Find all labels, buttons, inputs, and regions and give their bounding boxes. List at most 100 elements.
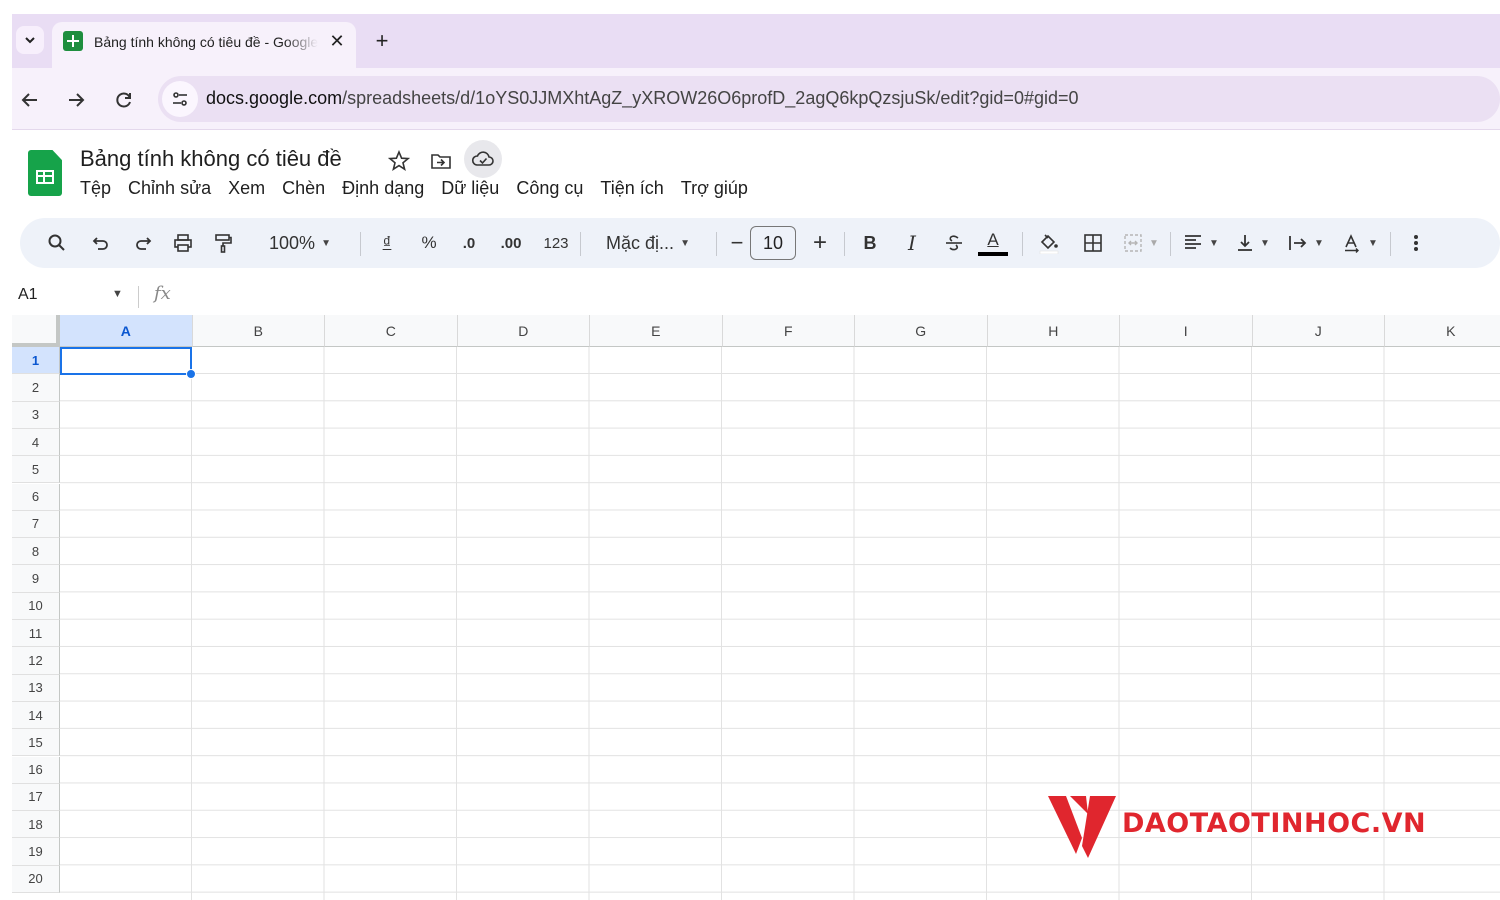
address-bar[interactable]: docs.google.com/spreadsheets/d/1oYS0JJMX… [158,76,1500,122]
row-header-15[interactable]: 15 [12,729,60,757]
row-header-16[interactable]: 16 [12,756,60,784]
row-header-2[interactable]: 2 [12,374,60,402]
browser-tab-active[interactable]: Bảng tính không có tiêu đề - Google Tran… [52,22,356,68]
strikethrough-button[interactable] [940,218,968,268]
row-header-8[interactable]: 8 [12,538,60,566]
menu-help[interactable]: Trợ giúp [681,178,748,199]
active-cell-A1[interactable] [60,347,192,375]
font-size-input[interactable]: 10 [750,226,796,260]
row-header-5[interactable]: 5 [12,456,60,484]
bold-button[interactable]: B [856,218,884,268]
column-header-k[interactable]: K [1385,315,1500,347]
fill-color-button[interactable] [1032,218,1066,268]
move-button[interactable] [426,146,456,176]
new-tab-button[interactable]: + [368,27,396,55]
column-header-b[interactable]: B [192,315,325,347]
currency-format-button[interactable]: ₫ [372,218,402,268]
text-color-button[interactable]: A [976,218,1010,268]
menu-tools[interactable]: Công cụ [516,178,583,199]
paint-format-button[interactable] [208,218,238,268]
close-tab-button[interactable]: ✕ [324,28,350,54]
url-host: docs.google.com [206,88,343,108]
number-format-button[interactable]: 123 [536,218,576,268]
caret-down-icon: ▼ [321,237,331,249]
decrease-font-size-button[interactable]: − [724,218,750,268]
sheets-logo-icon[interactable] [28,150,62,196]
undo-button[interactable] [86,218,116,268]
row-header-14[interactable]: 14 [12,701,60,730]
print-icon [174,234,192,252]
row-header-17[interactable]: 17 [12,783,60,812]
borders-button[interactable] [1078,218,1108,268]
formula-input[interactable] [188,284,1488,308]
column-header-f[interactable]: F [722,315,855,347]
row-header-13[interactable]: 13 [12,674,60,702]
row-header-20[interactable]: 20 [12,865,60,893]
text-wrapping-button[interactable]: ▼ [1282,218,1330,268]
name-box[interactable]: A1 [18,286,38,304]
merge-cells-button[interactable]: ▼ [1118,218,1164,268]
row-header-10[interactable]: 10 [12,592,60,620]
text-rotation-button[interactable]: ▼ [1336,218,1384,268]
redo-button[interactable] [128,218,158,268]
toolbar-separator [716,232,717,256]
vertical-align-bottom-icon [1238,235,1253,251]
menu-insert[interactable]: Chèn [282,178,325,199]
cloud-done-icon [471,151,494,166]
column-header-i[interactable]: I [1120,315,1253,347]
menu-edit[interactable]: Chỉnh sửa [128,178,211,199]
row-header-4[interactable]: 4 [12,428,60,457]
reload-button[interactable] [108,84,140,116]
zoom-select[interactable]: 100% ▼ [254,218,346,268]
column-header-e[interactable]: E [590,315,723,347]
row-header-6[interactable]: 6 [12,483,60,511]
back-button[interactable] [14,84,46,116]
vertical-align-button[interactable]: ▼ [1230,218,1276,268]
row-header-12[interactable]: 12 [12,647,60,675]
merge-cells-icon [1124,234,1142,252]
row-header-1[interactable]: 1 [12,347,60,375]
tab-search-button[interactable] [16,26,44,54]
menu-bar: Tệp Chỉnh sửa Xem Chèn Định dạng Dữ liệu Công … [80,178,765,202]
caret-down-icon[interactable]: ▼ [112,288,123,300]
column-header-d[interactable]: D [457,315,590,347]
column-header-j[interactable]: J [1252,315,1385,347]
row-header-3[interactable]: 3 [12,401,60,429]
site-info-button[interactable] [162,81,198,117]
column-header-h[interactable]: H [987,315,1120,347]
url-text[interactable]: docs.google.com/spreadsheets/d/1oYS0JJMX… [206,88,1079,109]
row-header-7[interactable]: 7 [12,510,60,539]
menu-file[interactable]: Tệp [80,178,111,199]
search-menus-button[interactable] [42,218,72,268]
row-header-9[interactable]: 9 [12,565,60,593]
more-options-button[interactable] [1402,218,1430,268]
fill-color-icon [1039,234,1059,254]
percent-format-button[interactable]: % [414,218,444,268]
row-header-11[interactable]: 11 [12,620,60,648]
print-button[interactable] [168,218,198,268]
decrease-decimal-label: .0 [462,234,476,252]
horizontal-align-button[interactable]: ▼ [1178,218,1224,268]
font-family-select[interactable]: Mặc đị... ▼ [592,218,704,268]
forward-button[interactable] [60,84,92,116]
italic-button[interactable]: I [898,218,926,268]
decrease-decimal-button[interactable]: .0 [454,218,484,268]
select-all-corner[interactable] [12,315,60,347]
document-status-button[interactable] [464,140,502,178]
menu-extensions[interactable]: Tiện ích [600,178,663,199]
document-title[interactable]: Bảng tính không có tiêu đề [80,146,342,172]
column-header-g[interactable]: G [855,315,988,347]
row-header-18[interactable]: 18 [12,811,60,839]
menu-view[interactable]: Xem [228,178,265,199]
star-button[interactable] [384,146,414,176]
fill-handle[interactable] [186,369,196,379]
redo-icon [136,237,152,250]
increase-font-size-button[interactable]: + [806,218,834,268]
menu-data[interactable]: Dữ liệu [441,178,499,199]
menu-format[interactable]: Định dạng [342,178,424,199]
row-header-19[interactable]: 19 [12,838,60,866]
increase-decimal-button[interactable]: .00 [494,218,528,268]
column-header-c[interactable]: C [325,315,458,347]
caret-down-icon: ▼ [1260,237,1270,249]
column-header-a[interactable]: A [60,315,193,347]
